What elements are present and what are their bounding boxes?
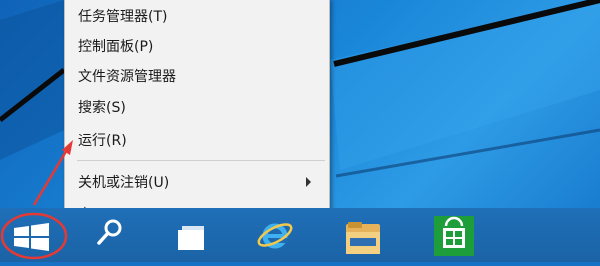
- winx-context-menu: 任务管理器(T) 控制面板(P) 文件资源管理器 搜索(S) 运行(R) 关机或…: [64, 0, 330, 233]
- file-explorer-icon: [346, 222, 380, 254]
- task-view-icon: [178, 226, 204, 250]
- menu-separator: [77, 160, 325, 161]
- store-button[interactable]: [428, 208, 480, 262]
- store-icon: [434, 216, 474, 256]
- internet-explorer-icon: [257, 223, 293, 249]
- menu-item-search[interactable]: 搜索(S): [65, 93, 329, 121]
- menu-item-label: 关机或注销(U): [78, 175, 170, 191]
- menu-item-shutdown[interactable]: 关机或注销(U): [65, 168, 329, 196]
- menu-item-file-explorer[interactable]: 文件资源管理器: [65, 62, 329, 90]
- menu-item-control-panel[interactable]: 控制面板(P): [65, 32, 329, 60]
- taskbar: [0, 208, 600, 262]
- menu-item-label: 控制面板(P): [78, 39, 154, 55]
- file-explorer-button[interactable]: [338, 208, 390, 262]
- task-view-button[interactable]: [166, 208, 216, 262]
- menu-item-label: 文件资源管理器: [78, 69, 176, 85]
- windows-logo-icon: [14, 223, 49, 251]
- menu-item-label: 任务管理器(T): [78, 9, 168, 25]
- menu-item-task-manager[interactable]: 任务管理器(T): [65, 2, 329, 30]
- menu-item-label: 搜索(S): [78, 100, 126, 116]
- search-button[interactable]: [84, 208, 134, 262]
- menu-item-label: 运行(R): [78, 133, 127, 149]
- start-button[interactable]: [0, 208, 64, 262]
- internet-explorer-button[interactable]: [250, 208, 302, 262]
- menu-item-run[interactable]: 运行(R): [65, 126, 329, 154]
- search-icon: [97, 219, 122, 245]
- submenu-arrow-icon: [306, 177, 311, 187]
